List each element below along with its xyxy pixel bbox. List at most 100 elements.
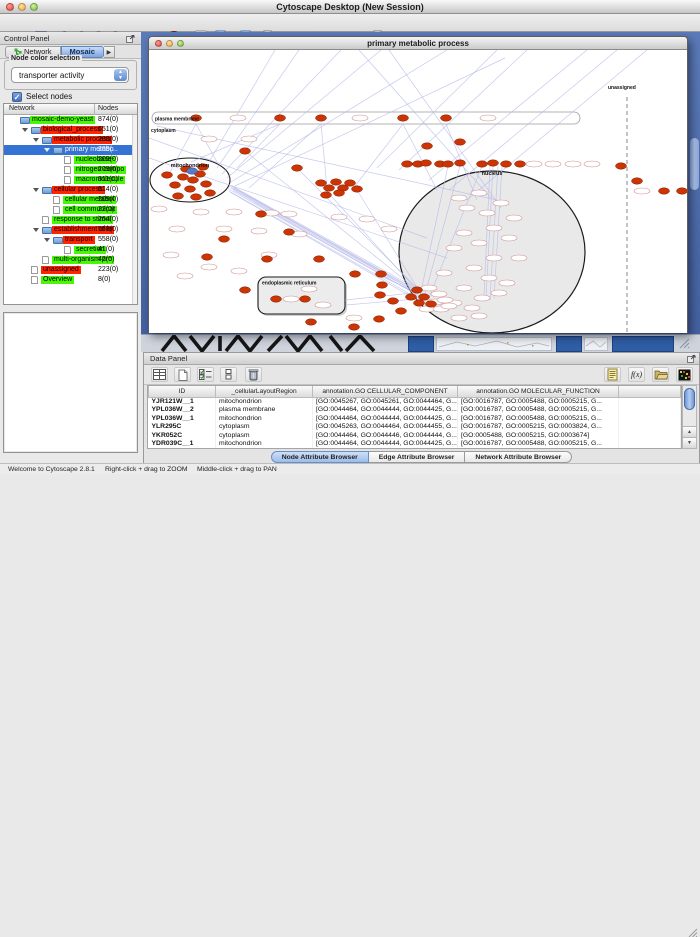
tree-row[interactable]: Overview8(0) — [4, 275, 137, 285]
select-attributes-icon[interactable] — [197, 367, 214, 382]
network-node[interactable] — [352, 186, 363, 192]
tree-row[interactable]: unassigned223(0) — [4, 265, 137, 275]
network-node[interactable] — [300, 296, 311, 302]
expand-arrow-icon[interactable] — [33, 228, 39, 232]
network-node[interactable] — [314, 256, 325, 262]
network-node-label-oval[interactable] — [501, 235, 517, 241]
network-node[interactable] — [178, 174, 189, 180]
network-node-label-oval[interactable] — [437, 297, 453, 303]
network-node[interactable] — [515, 161, 526, 167]
tree-row[interactable]: cellular process614(0) — [4, 185, 137, 195]
tree-row[interactable]: mosaic-demo-yeast874(0) — [4, 115, 137, 125]
network-node-label-oval[interactable] — [471, 190, 487, 196]
network-node-label-oval[interactable] — [163, 252, 179, 258]
network-node-label-oval[interactable] — [331, 214, 347, 220]
network-node[interactable] — [412, 287, 423, 293]
tree-row[interactable]: metabolic process280(0) — [4, 135, 137, 145]
tree-header-nodes[interactable]: Nodes — [98, 105, 118, 112]
table-scrollbar-thumb[interactable] — [684, 388, 695, 410]
network-node[interactable] — [632, 178, 643, 184]
network-node[interactable] — [375, 292, 386, 298]
network-node[interactable] — [306, 319, 317, 325]
network-node[interactable] — [659, 188, 670, 194]
tree-header-network[interactable]: Network — [9, 105, 35, 112]
network-node-label-oval[interactable] — [241, 136, 257, 142]
col-cellular-layout-region[interactable]: _cellularLayoutRegion — [216, 386, 313, 397]
network-node-label-oval[interactable] — [446, 245, 462, 251]
network-node-label-oval[interactable] — [281, 211, 297, 217]
table-row[interactable]: YDR039C__1mitochondrion[GO:0044464, GO:0… — [149, 440, 681, 449]
network-node-label-oval[interactable] — [471, 313, 487, 319]
node-color-dropdown[interactable]: transporter activity ▲▼ — [11, 67, 129, 83]
network-node[interactable] — [331, 179, 342, 185]
network-node-label-oval[interactable] — [359, 216, 375, 222]
tab-node-attribute-browser[interactable]: Node Attribute Browser — [271, 451, 369, 463]
table-row[interactable]: YPL036W__1mitochondrion[GO:0044464, GO:0… — [149, 414, 681, 423]
tree-row[interactable]: nucleobase-209(0) — [4, 155, 137, 165]
network-node[interactable] — [377, 282, 388, 288]
network-node[interactable] — [477, 161, 488, 167]
network-node[interactable] — [185, 186, 196, 192]
function-builder-icon[interactable]: f(x) — [628, 367, 645, 382]
tree-row[interactable]: biological_process651(0) — [4, 125, 137, 135]
network-node-label-oval[interactable] — [456, 230, 472, 236]
tree-row[interactable]: cell communicat22(0) — [4, 205, 137, 215]
tab-edge-attribute-browser[interactable]: Edge Attribute Browser — [369, 451, 466, 463]
network-node[interactable] — [349, 324, 360, 330]
network-node-label-oval[interactable] — [230, 115, 246, 121]
network-node[interactable] — [443, 161, 454, 167]
network-node-label-oval[interactable] — [381, 226, 397, 232]
network-node[interactable] — [350, 271, 361, 277]
attribute-table-icon[interactable] — [151, 367, 168, 382]
network-node-label-oval[interactable] — [634, 188, 650, 194]
network-canvas[interactable]: plasma membrane cytoplasm mitochondrion … — [149, 50, 687, 333]
tree-row[interactable]: cellular metabol209(0) — [4, 195, 137, 205]
network-node[interactable] — [262, 256, 273, 262]
network-node-label-oval[interactable] — [315, 302, 331, 308]
network-node[interactable] — [419, 294, 430, 300]
birds-eye-view-panel[interactable] — [3, 312, 138, 453]
unselect-attributes-icon[interactable] — [220, 367, 237, 382]
network-node[interactable] — [376, 271, 387, 277]
tree-scrollbar[interactable] — [132, 115, 137, 304]
minimized-window-bar[interactable] — [612, 336, 674, 352]
network-node-label-oval[interactable] — [169, 226, 185, 232]
network-node-label-oval[interactable] — [301, 286, 317, 292]
network-node-label-oval[interactable] — [565, 161, 581, 167]
network-node-label-oval[interactable] — [459, 205, 475, 211]
desktop-scrollbar-thumb[interactable] — [690, 138, 699, 190]
network-node-label-oval[interactable] — [486, 225, 502, 231]
network-node-label-oval[interactable] — [481, 275, 497, 281]
network-node-label-oval[interactable] — [251, 228, 267, 234]
network-node[interactable] — [616, 163, 627, 169]
minimized-window-fragment[interactable] — [408, 336, 434, 352]
network-node[interactable] — [402, 161, 413, 167]
network-node[interactable] — [240, 148, 251, 154]
network-node[interactable] — [316, 115, 327, 121]
tree-row[interactable]: macromolecule311(0) — [4, 175, 137, 185]
network-node-label-oval[interactable] — [441, 303, 457, 309]
minimize-window-button[interactable] — [18, 3, 26, 11]
table-row[interactable]: YPL036W__2plasma membrane[GO:0044464, GO… — [149, 406, 681, 415]
network-node-label-oval[interactable] — [216, 226, 232, 232]
network-node-label-oval[interactable] — [201, 264, 217, 270]
network-node[interactable] — [501, 161, 512, 167]
network-node[interactable] — [345, 180, 356, 186]
network-node[interactable] — [316, 180, 327, 186]
zoom-window-button[interactable] — [30, 3, 38, 11]
minimized-window-fragment[interactable] — [556, 336, 582, 352]
expand-arrow-icon[interactable] — [44, 238, 50, 242]
col-go-molecular-function[interactable]: annotation.GO MOLECULAR_FUNCTION — [458, 386, 619, 397]
network-node-label-oval[interactable] — [231, 268, 247, 274]
scroll-up-button[interactable]: ▲ — [683, 426, 696, 437]
network-node-label-oval[interactable] — [283, 296, 299, 302]
network-node[interactable] — [170, 182, 181, 188]
network-node[interactable] — [455, 139, 466, 145]
network-node-label-oval[interactable] — [479, 210, 495, 216]
network-window-title-bar[interactable]: primary metabolic process — [149, 37, 687, 50]
network-node[interactable] — [406, 294, 417, 300]
network-node[interactable] — [292, 165, 303, 171]
float-panel-icon[interactable] — [126, 35, 135, 43]
network-node-label-oval[interactable] — [464, 305, 480, 311]
network-node[interactable] — [271, 296, 282, 302]
